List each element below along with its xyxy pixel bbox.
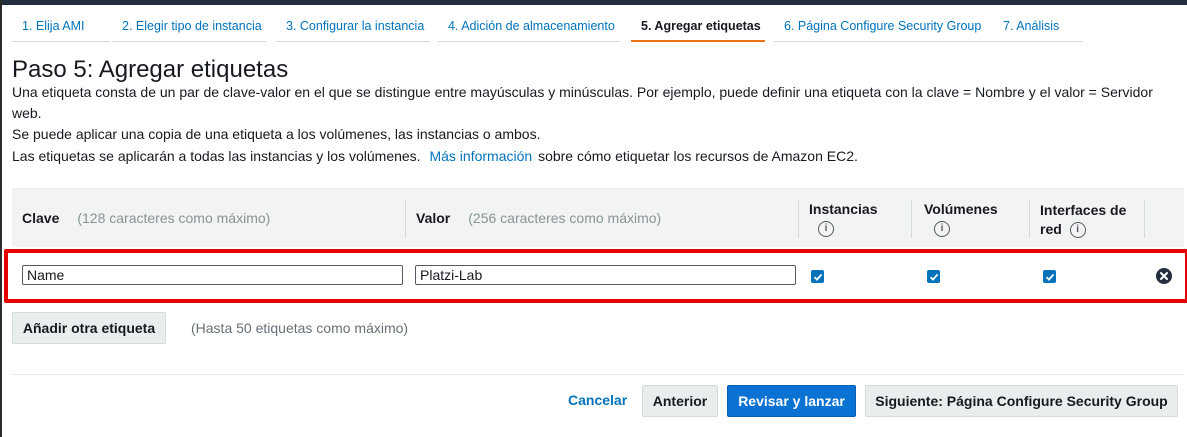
volumes-info-icon[interactable]: i: [934, 221, 950, 238]
cancel-link[interactable]: Cancelar: [568, 392, 627, 408]
value-header-hint: (256 caracteres como máximo): [468, 210, 662, 226]
volumes-column-header: Volúmenes i: [924, 201, 998, 238]
key-column-header: Clave (128 caracteres como máximo): [22, 210, 270, 226]
step-add-tags[interactable]: 5. Agregar etiquetas: [631, 13, 765, 42]
interfaces-column-header: Interfaces de red i: [1040, 201, 1126, 239]
instances-column-header: Instancias i: [809, 201, 878, 238]
column-divider: [1029, 200, 1030, 238]
close-icon: [1160, 272, 1168, 280]
add-tag-button[interactable]: Añadir otra etiqueta: [12, 312, 166, 344]
column-divider: [1144, 200, 1145, 238]
interfaces-info-icon[interactable]: i: [1069, 222, 1086, 239]
step-add-storage[interactable]: 4. Adición de almacenamiento: [438, 13, 620, 42]
checkmark-icon: [929, 273, 938, 281]
tags-table-header: Clave (128 caracteres como máximo) Valor (…: [12, 188, 1184, 247]
next-security-group-button[interactable]: Siguiente: Página Configure Security Gro…: [865, 385, 1178, 417]
description-text: Las etiquetas se aplicarán a todas las i…: [12, 148, 421, 164]
volumes-header-label: Volúmenes: [924, 201, 998, 217]
interfaces-header-label-line1: Interfaces de: [1040, 202, 1127, 218]
checkmark-icon: [813, 273, 822, 281]
step-security-group[interactable]: 6. Página Configure Security Group: [774, 13, 994, 42]
instances-checkbox[interactable]: [811, 270, 824, 283]
column-divider: [911, 200, 912, 238]
step-configure-instance[interactable]: 3. Configurar la instancia: [276, 13, 430, 42]
column-divider: [405, 200, 406, 238]
page-title: Paso 5: Agregar etiquetas: [12, 56, 289, 83]
more-info-link[interactable]: Más información: [429, 148, 532, 164]
checkmark-icon: [1045, 273, 1054, 281]
instances-info-icon[interactable]: i: [818, 221, 834, 238]
column-divider: [798, 200, 799, 238]
value-header-label: Valor: [416, 210, 451, 226]
step-instance-type[interactable]: 2. Elegir tipo de instancia: [112, 13, 266, 42]
description-tag-definition: Una etiqueta consta de un par de clave-v…: [12, 84, 1153, 121]
add-tag-hint: (Hasta 50 etiquetas como máximo): [191, 320, 409, 336]
interfaces-header-label-line2: red: [1040, 221, 1062, 237]
description-apply-all: Las etiquetas se aplicarán a todas las i…: [12, 146, 1172, 167]
review-and-launch-button[interactable]: Revisar y lanzar: [727, 385, 856, 417]
tag-key-input[interactable]: [22, 265, 403, 285]
interfaces-checkbox[interactable]: [1043, 270, 1056, 283]
footer-divider: [12, 374, 1184, 375]
description-apply-copy: Se puede aplicar una copia de una etique…: [12, 126, 541, 142]
description-text-end: sobre cómo etiquetar los recursos de Ama…: [538, 148, 858, 164]
volumes-checkbox[interactable]: [927, 270, 940, 283]
step-review[interactable]: 7. Análisis: [993, 13, 1083, 42]
instances-header-label: Instancias: [809, 201, 878, 217]
previous-button[interactable]: Anterior: [642, 385, 718, 417]
value-column-header: Valor (256 caracteres como máximo): [416, 210, 661, 226]
tag-value-input[interactable]: [415, 265, 796, 285]
remove-tag-button[interactable]: [1156, 268, 1172, 284]
key-header-label: Clave: [22, 210, 60, 226]
left-edge: [0, 0, 2, 437]
key-header-hint: (128 caracteres como máximo): [77, 210, 271, 226]
top-bar: [0, 0, 1187, 5]
step-choose-ami[interactable]: 1. Elija AMI: [12, 13, 110, 42]
